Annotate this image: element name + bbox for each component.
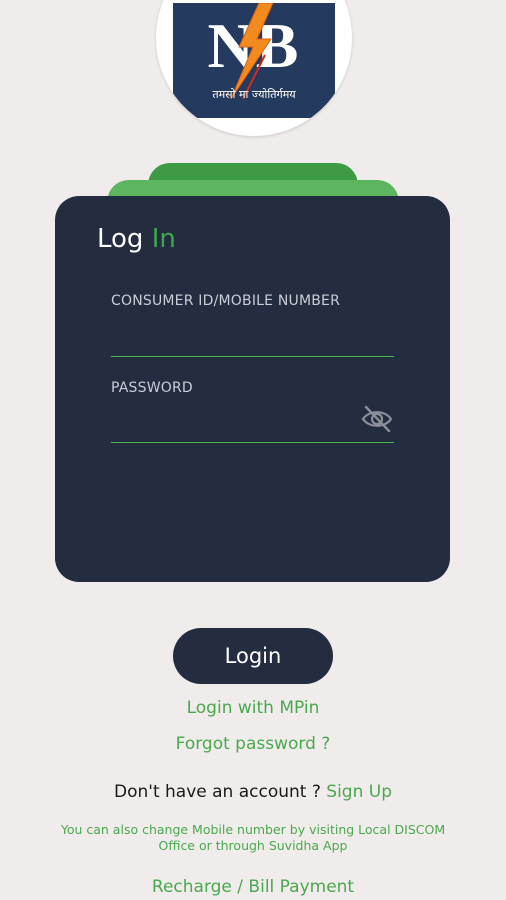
- signup-prompt: Don't have an account ? Sign Up: [0, 782, 506, 802]
- no-account-text: Don't have an account ?: [114, 782, 321, 802]
- lightning-bolt-icon: [230, 3, 274, 99]
- card-title: Log In: [97, 224, 176, 254]
- signup-link[interactable]: Sign Up: [326, 782, 392, 802]
- change-mobile-info: You can also change Mobile number by vis…: [60, 822, 446, 853]
- card-title-log: Log: [97, 224, 144, 254]
- eye-off-icon[interactable]: [360, 402, 394, 436]
- login-with-mpin-link[interactable]: Login with MPin: [0, 698, 506, 718]
- login-card: Log In CONSUMER ID/MOBILE NUMBER PASSWOR…: [55, 196, 450, 582]
- password-label: PASSWORD: [111, 380, 193, 396]
- login-button[interactable]: Login: [173, 628, 333, 684]
- consumer-id-label: CONSUMER ID/MOBILE NUMBER: [111, 293, 341, 309]
- logo-tagline: तमसो मा ज्योतिर्गमय: [212, 88, 296, 101]
- password-input[interactable]: [111, 410, 394, 443]
- logo-plate: NB तमसो मा ज्योतिर्गमय: [173, 3, 335, 118]
- consumer-id-input[interactable]: [111, 324, 394, 357]
- app-logo: NB तमसो मा ज्योतिर्गमय: [156, 0, 352, 136]
- card-title-in: In: [151, 224, 176, 254]
- forgot-password-link[interactable]: Forgot password ?: [0, 734, 506, 754]
- recharge-bill-payment-link[interactable]: Recharge / Bill Payment: [0, 877, 506, 897]
